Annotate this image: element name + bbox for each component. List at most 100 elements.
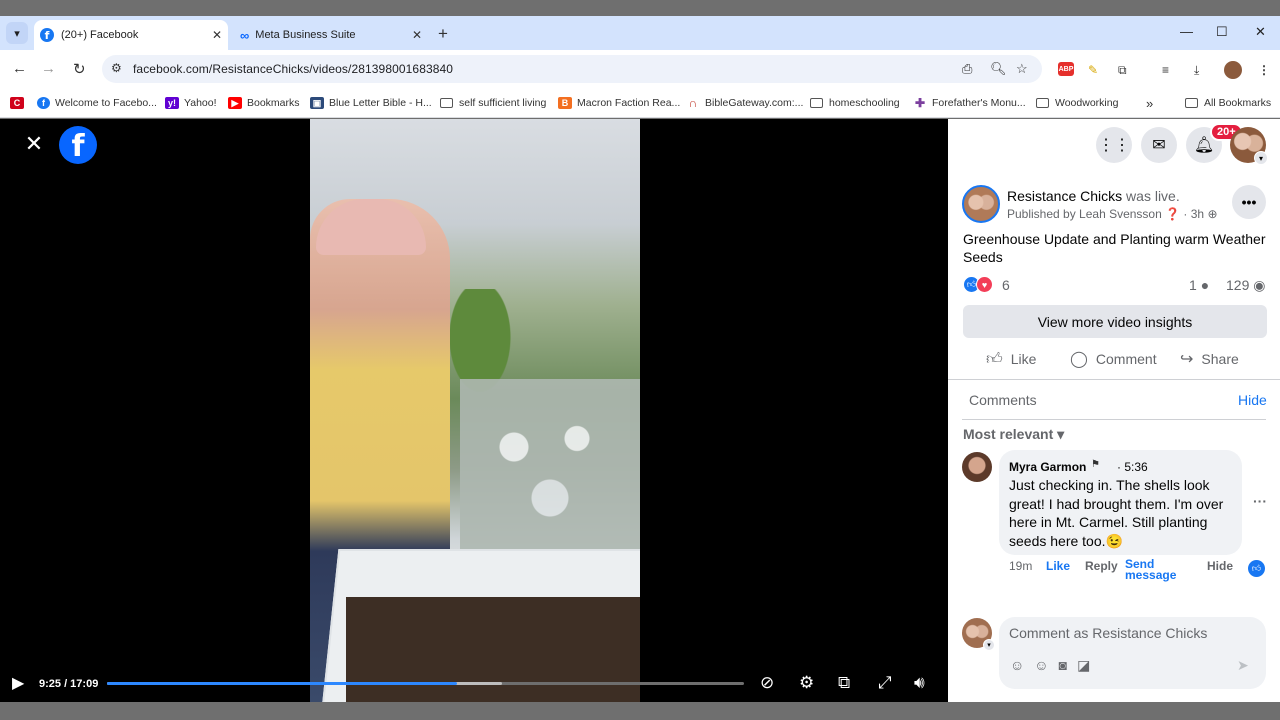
- close-tab-icon[interactable]: ✕: [412, 28, 422, 42]
- thumbs-up-icon: 👍︎: [986, 350, 1003, 368]
- video-player[interactable]: ✕ f ▶ 9:25 / 17:09 ⊘ ⚙ ⧉ ⤢ 🔊︎: [0, 119, 948, 702]
- share-icon: ↪: [1180, 351, 1194, 368]
- close-video-icon[interactable]: ✕: [24, 133, 44, 155]
- bookmark-folder-woodworking[interactable]: Woodworking: [1036, 95, 1118, 111]
- more-bookmarks-chevron-icon[interactable]: »: [1146, 95, 1153, 111]
- video-time: 9:25 / 17:09: [39, 678, 99, 690]
- play-icon[interactable]: ▶: [12, 673, 24, 693]
- bookmark-youtube[interactable]: ▶ Bookmarks: [228, 95, 300, 111]
- comment-reply-link[interactable]: Reply: [1085, 559, 1118, 573]
- bookmark-folder-all[interactable]: All Bookmarks: [1185, 95, 1271, 111]
- messenger-icon[interactable]: ✉: [1141, 127, 1177, 163]
- sort-dropdown[interactable]: Most relevant ▾: [963, 426, 1064, 443]
- downloads-icon[interactable]: ⤓: [1194, 63, 1199, 78]
- close-window-icon[interactable]: ✕: [1255, 24, 1266, 40]
- send-message-link[interactable]: Send message: [1125, 558, 1176, 581]
- info-icon[interactable]: ❓ ·: [1165, 207, 1191, 221]
- fullscreen-icon[interactable]: ⤢: [878, 673, 892, 693]
- profile-avatar[interactable]: [1224, 61, 1242, 79]
- camera-icon[interactable]: ◙: [1059, 657, 1067, 675]
- highlighter-extension-icon[interactable]: ✎: [1088, 63, 1098, 77]
- comment-composer[interactable]: Comment as Resistance Chicks ☺ ☺ ◙ ◪ ➤: [999, 617, 1266, 689]
- bookmark-red-c[interactable]: C: [10, 95, 29, 111]
- bookmark-blue-letter-bible[interactable]: ▣ Blue Letter Bible - H...: [310, 95, 432, 111]
- maximize-icon[interactable]: ☐: [1216, 24, 1228, 40]
- picture-in-picture-icon[interactable]: ⧉: [838, 673, 850, 693]
- bookmark-label: Blue Letter Bible - H...: [329, 97, 432, 109]
- new-tab-button[interactable]: +: [438, 24, 448, 44]
- composer-tools: ☺ ☺ ◙ ◪: [1010, 657, 1100, 675]
- reactions-row: 👍︎ ♥ 6 1 ● 129 ◉: [963, 276, 1268, 294]
- comment-count-value: 1: [1189, 277, 1197, 293]
- send-icon[interactable]: ➤: [1237, 657, 1249, 674]
- bookmark-biblegateway[interactable]: ∩ BibleGateway.com:...: [686, 95, 803, 111]
- view-count: 129 ◉: [1226, 277, 1265, 294]
- comment-timestamp[interactable]: · 5:36: [1117, 460, 1148, 474]
- volume-icon[interactable]: 🔊︎: [914, 673, 925, 693]
- bookmark-star-icon[interactable]: ☆: [1016, 61, 1028, 77]
- meta-favicon-icon: ∞: [240, 27, 250, 43]
- extensions-puzzle-icon[interactable]: ⧉: [1118, 63, 1127, 78]
- comment-age[interactable]: 19m: [1009, 559, 1032, 573]
- comment-author[interactable]: Myra Garmon: [1009, 460, 1086, 474]
- like-button[interactable]: 👍︎ Like: [986, 349, 1036, 369]
- minimize-icon[interactable]: —: [1180, 24, 1193, 39]
- back-arrow-icon[interactable]: ←: [12, 60, 27, 77]
- post-options-icon[interactable]: •••: [1232, 185, 1266, 219]
- screen: ▾ f (20+) Facebook ✕ ∞ Meta Business Sui…: [0, 0, 1280, 720]
- divider: [948, 379, 1280, 380]
- bookmark-folder-self-sufficient[interactable]: self sufficient living: [440, 95, 546, 111]
- comment-count[interactable]: 1 ●: [1189, 277, 1209, 293]
- url-text[interactable]: facebook.com/ResistanceChicks/videos/281…: [133, 62, 453, 76]
- comment-like-link[interactable]: Like: [1046, 559, 1070, 573]
- account-avatar[interactable]: ▾: [1230, 127, 1268, 165]
- captions-icon[interactable]: ⊘: [760, 673, 774, 693]
- adblock-extension-icon[interactable]: ABP: [1058, 62, 1074, 76]
- commenter-avatar[interactable]: [962, 452, 992, 482]
- reading-list-icon[interactable]: ≡: [1162, 63, 1169, 77]
- sticker-icon[interactable]: ◪: [1077, 657, 1090, 675]
- post-age[interactable]: 3h: [1191, 207, 1204, 221]
- comment-hide-link[interactable]: Hide: [1207, 559, 1233, 573]
- tab-facebook[interactable]: f (20+) Facebook ✕: [34, 20, 228, 50]
- tab-search-button[interactable]: ▾: [6, 22, 28, 44]
- bookmark-forefathers[interactable]: ✚ Forefather's Monu...: [913, 95, 1026, 111]
- bookmark-yahoo[interactable]: y! Yahoo!: [165, 95, 217, 111]
- love-reaction-icon[interactable]: ♥: [976, 276, 993, 293]
- facebook-logo-icon[interactable]: f: [59, 126, 97, 164]
- comment-button[interactable]: ◯ Comment: [1070, 349, 1157, 369]
- install-app-icon[interactable]: ⎙: [962, 61, 972, 77]
- comment-like-reaction-icon[interactable]: 👍︎: [1248, 560, 1265, 577]
- post-author[interactable]: Resistance Chicks: [1007, 188, 1122, 204]
- menu-grid-icon[interactable]: ⋮⋮: [1096, 127, 1132, 163]
- tab-label: (20+) Facebook: [61, 29, 139, 41]
- browser-menu-icon[interactable]: ⋮: [1258, 63, 1270, 77]
- view-insights-button[interactable]: View more video insights: [963, 305, 1267, 338]
- share-button[interactable]: ↪ Share: [1180, 349, 1239, 369]
- video-frame[interactable]: [310, 119, 640, 702]
- video-progress-bar[interactable]: [107, 682, 744, 685]
- tab-meta-business-suite[interactable]: ∞ Meta Business Suite ✕: [234, 20, 428, 50]
- post-title: Greenhouse Update and Planting warm Weat…: [963, 231, 1266, 265]
- forward-arrow-icon[interactable]: →: [41, 60, 56, 77]
- bookmark-folder-homeschooling[interactable]: homeschooling: [810, 95, 900, 111]
- hide-comments-link[interactable]: Hide: [1238, 392, 1267, 408]
- bookmark-facebook[interactable]: f Welcome to Facebo...: [37, 95, 157, 111]
- zoom-icon[interactable]: 🔍︎: [990, 61, 1007, 77]
- comment-input[interactable]: Comment as Resistance Chicks: [1009, 625, 1207, 641]
- close-tab-icon[interactable]: ✕: [212, 28, 222, 42]
- address-bar[interactable]: ⚙ facebook.com/ResistanceChicks/videos/2…: [102, 55, 1042, 83]
- emoji-icon[interactable]: ☺: [1034, 657, 1048, 675]
- comment-options-icon[interactable]: ···: [1253, 493, 1267, 509]
- settings-gear-icon[interactable]: ⚙: [799, 673, 814, 693]
- post-side-panel: ⋮⋮ ✉ 🔔︎ 20+ ▾ Resistance Chicks was live…: [948, 119, 1280, 702]
- avatar-sticker-icon[interactable]: ☺: [1010, 657, 1024, 675]
- live-status: was live.: [1122, 188, 1180, 204]
- page-avatar[interactable]: [962, 185, 1000, 223]
- composer-avatar[interactable]: ▾: [962, 618, 995, 651]
- reaction-count[interactable]: 6: [1002, 277, 1010, 293]
- reload-icon[interactable]: ↻: [73, 60, 86, 78]
- yahoo-icon: y!: [165, 97, 179, 109]
- bookmark-macron[interactable]: B Macron Faction Rea...: [558, 95, 680, 111]
- site-info-icon[interactable]: ⚙: [111, 61, 122, 75]
